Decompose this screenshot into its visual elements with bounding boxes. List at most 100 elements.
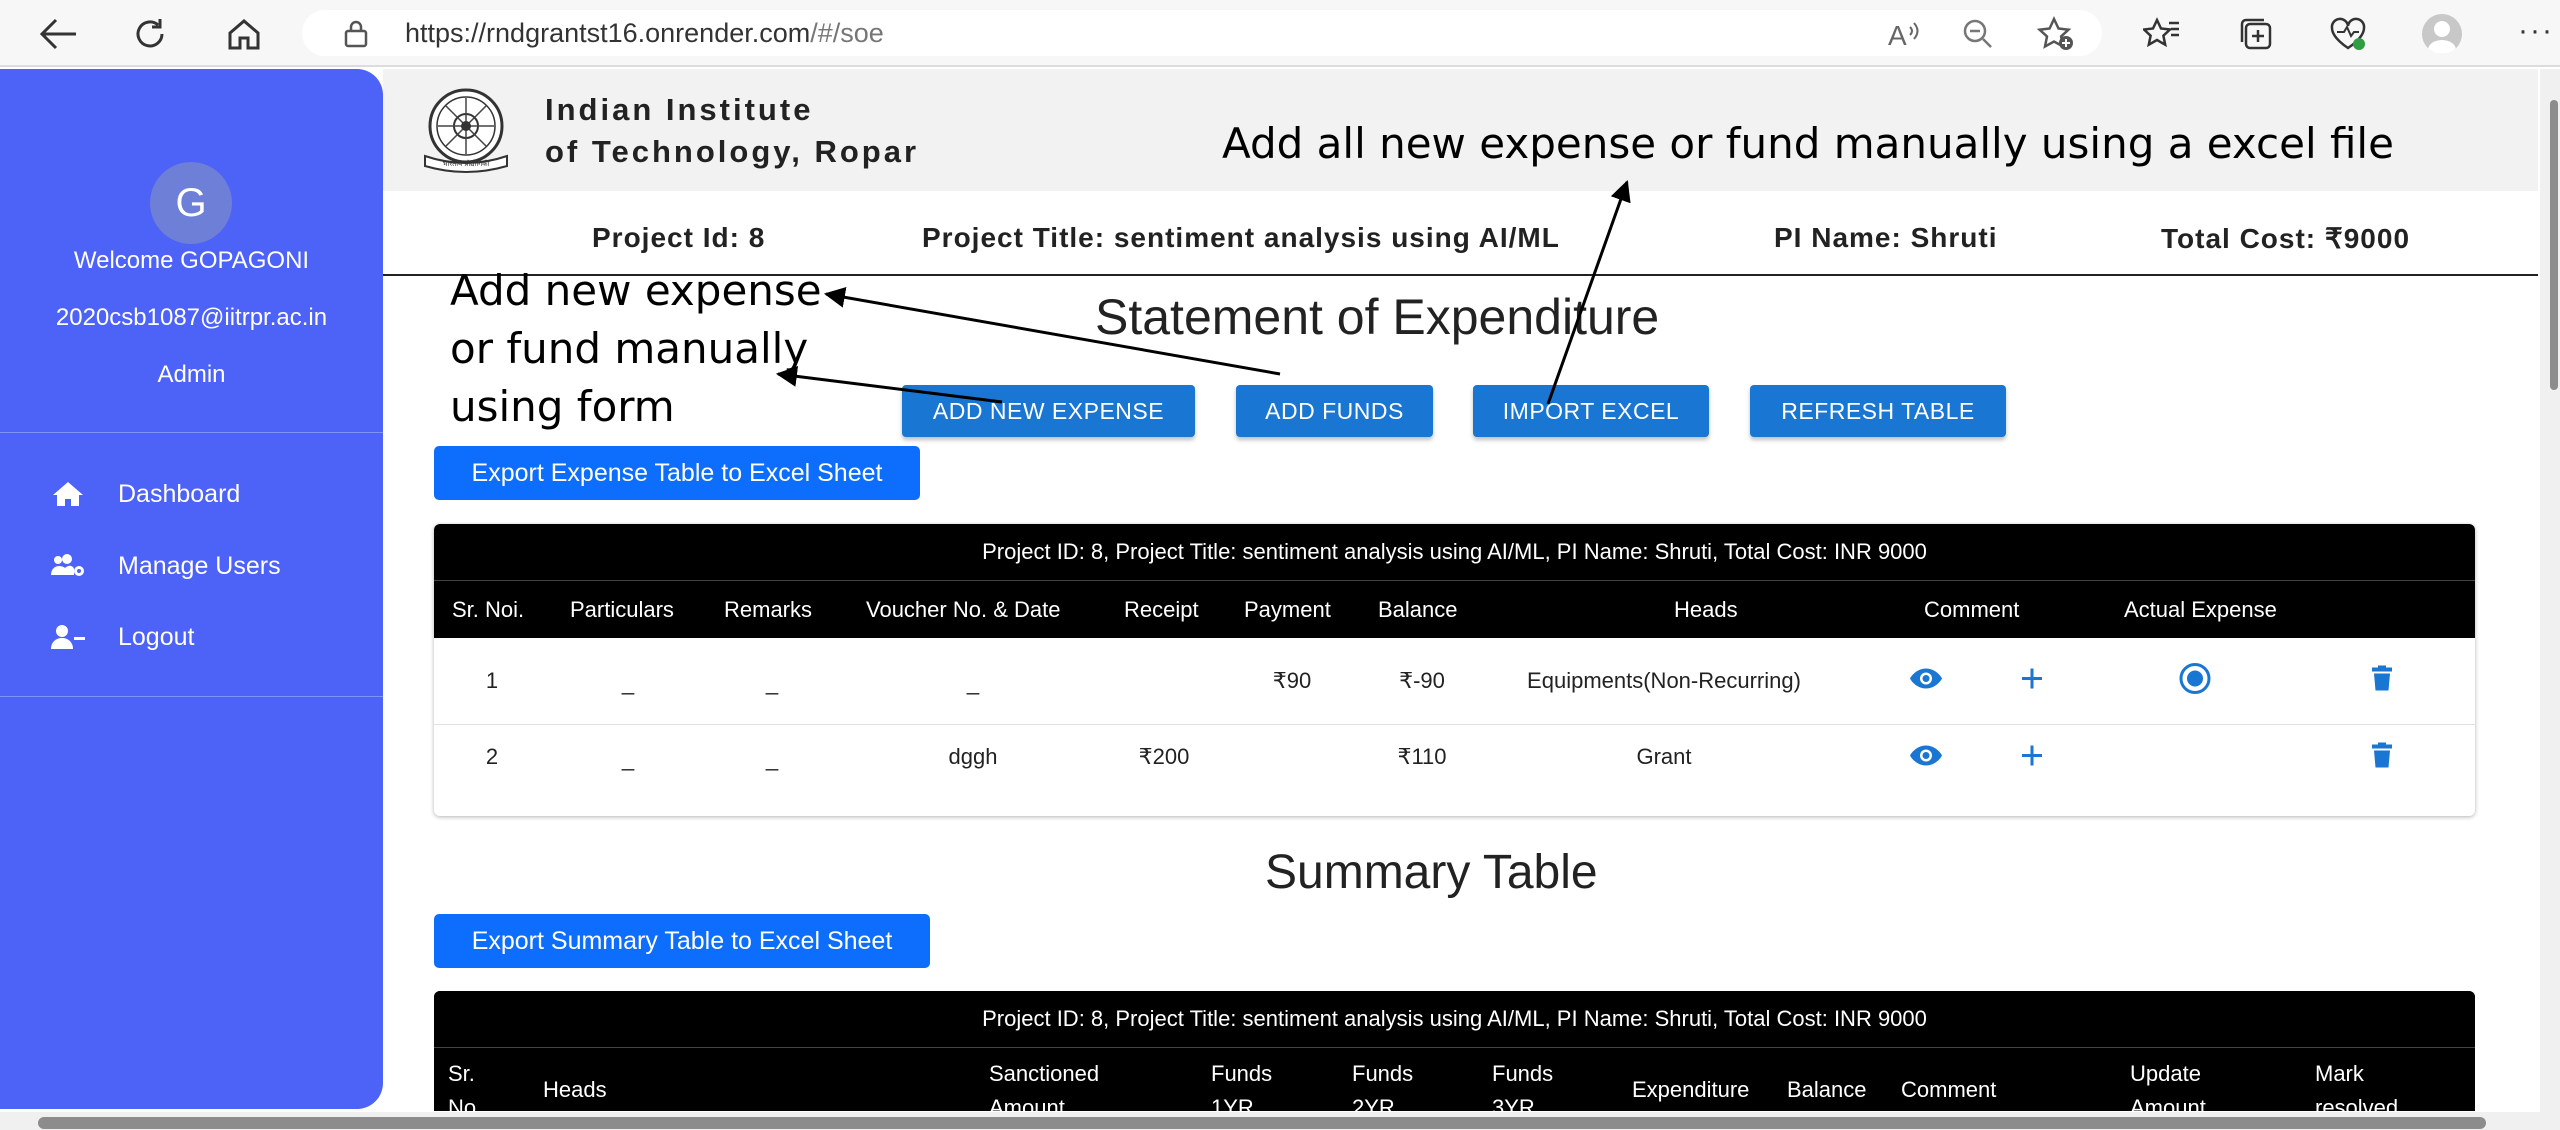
sum-col-update-l2: Amount [2130, 1095, 2206, 1111]
cell-heads: Grant [1636, 744, 1692, 769]
url-text[interactable]: https://rndgrantst16.onrender.com/#/soe [405, 18, 884, 49]
summary-header-divider [434, 1047, 2475, 1048]
svg-text:A: A [1888, 20, 1907, 49]
institute-logo: भारतीय प्रौद्योगिकी [415, 86, 517, 176]
project-title: Project Title: sentiment analysis using … [922, 222, 1560, 253]
cell-sr: 1 [485, 668, 499, 693]
users-cog-icon [48, 551, 88, 581]
total-cost: Total Cost: ₹9000 [2161, 223, 2411, 254]
add-favorite-icon[interactable] [2034, 12, 2078, 56]
sum-col-sanctioned-l1: Sanctioned [989, 1061, 1100, 1086]
sidebar-item-manage-users[interactable]: Manage Users [48, 546, 281, 586]
sum-col-sanctioned-l2: Amount [989, 1095, 1065, 1111]
home-browser-icon[interactable] [222, 12, 266, 56]
cell-particulars: _ [621, 670, 635, 695]
add-comment-icon[interactable] [2021, 745, 2043, 772]
col-payment: Payment [1244, 597, 1331, 622]
delete-icon[interactable] [2372, 665, 2392, 697]
sum-col-sr: Sr. No. [448, 1057, 482, 1111]
browser-toolbar: https://rndgrantst16.onrender.com/#/soe … [0, 0, 2560, 67]
sum-col-heads: Heads [543, 1077, 607, 1102]
summary-table: Project ID: 8, Project Title: sentiment … [434, 991, 2475, 1111]
logo-motto: भारतीय प्रौद्योगिकी [443, 159, 490, 168]
col-comment: Comment [1924, 597, 2020, 622]
sum-col-expenditure: Expenditure [1632, 1077, 1750, 1102]
cell-heads: Equipments(Non-Recurring) [1527, 668, 1801, 693]
annotation-form-line1: Add new expense [450, 266, 822, 315]
col-voucher: Voucher No. & Date [866, 597, 1061, 622]
annotation-form-line3: using form [450, 382, 675, 431]
back-icon[interactable] [36, 12, 80, 56]
favorites-icon[interactable] [2140, 12, 2184, 56]
summary-title: Summary Table [1265, 846, 1598, 899]
cell-voucher: _ [966, 670, 980, 695]
add-funds-button[interactable]: ADD FUNDS [1236, 385, 1433, 437]
cell-remarks: _ [765, 670, 779, 695]
sidebar-item-label: Manage Users [118, 551, 281, 580]
horizontal-scroll-thumb[interactable] [38, 1117, 2486, 1129]
institute-name-line2: of Technology, Ropar [545, 134, 920, 169]
sidebar-divider [0, 696, 383, 697]
cell-balance: ₹110 [1397, 744, 1447, 769]
sum-col-update: Update Amount [2130, 1057, 2206, 1111]
user-email: 2020csb1087@iitrpr.ac.in [55, 304, 328, 331]
avatar: G [150, 162, 232, 244]
home-icon [48, 479, 88, 509]
expense-table-header: Sr. Noi. Particulars Remarks Voucher No.… [434, 580, 2475, 638]
refresh-table-button[interactable]: REFRESH TABLE [1750, 385, 2006, 437]
view-comment-icon[interactable] [1909, 745, 1943, 772]
sidebar-item-label: Logout [118, 622, 195, 651]
user-role: Admin [157, 361, 226, 388]
sum-col-f3-l1: Funds [1492, 1061, 1554, 1086]
cell-remarks: _ [765, 746, 779, 771]
col-particulars: Particulars [570, 597, 674, 622]
read-aloud-icon[interactable]: A [1882, 12, 1926, 56]
sum-col-funds-1yr: Funds 1YR [1211, 1057, 1272, 1111]
sum-col-sanctioned: Sanctioned Amount [989, 1057, 1099, 1111]
profile-avatar[interactable] [2422, 14, 2462, 54]
add-comment-icon[interactable] [2021, 668, 2043, 695]
institute-name-line1: Indian Institute [545, 92, 814, 127]
vertical-scroll-thumb[interactable] [2550, 100, 2558, 390]
sidebar-divider [0, 432, 383, 433]
zoom-out-icon[interactable] [1956, 12, 2000, 56]
summary-table-caption: Project ID: 8, Project Title: sentiment … [434, 991, 2475, 1047]
more-options-icon[interactable]: ··· [2518, 14, 2554, 48]
add-new-expense-button[interactable]: ADD NEW EXPENSE [902, 385, 1195, 437]
refresh-icon[interactable] [128, 12, 172, 56]
col-balance: Balance [1378, 597, 1458, 622]
project-id: Project Id: 8 [592, 222, 766, 253]
delete-icon[interactable] [2372, 742, 2392, 774]
url-path: /#/soe [810, 18, 884, 48]
cell-receipt: ₹200 [1138, 744, 1190, 769]
sum-col-funds-2yr: Funds 2YR [1352, 1057, 1413, 1111]
import-excel-button[interactable]: IMPORT EXCEL [1473, 385, 1709, 437]
annotation-form-line2: or fund manually [450, 324, 809, 373]
col-actual-expense: Actual Expense [2124, 597, 2277, 622]
sum-col-sr-l2: No. [448, 1095, 483, 1111]
cell-particulars: _ [621, 746, 635, 771]
sum-col-funds-3yr: Funds 3YR [1492, 1057, 1553, 1111]
view-comment-icon[interactable] [1909, 668, 1943, 695]
export-summary-button[interactable]: Export Summary Table to Excel Sheet [434, 914, 930, 968]
browser-essentials-icon[interactable] [2326, 12, 2370, 56]
col-sr: Sr. Noi. [452, 597, 525, 622]
soe-title: Statement of Expenditure [1095, 289, 1660, 345]
collections-icon[interactable] [2234, 12, 2278, 56]
lock-icon[interactable] [334, 12, 378, 56]
sum-col-balance: Balance [1787, 1077, 1867, 1102]
actual-expense-radio-icon[interactable] [2178, 662, 2212, 701]
export-expense-button[interactable]: Export Expense Table to Excel Sheet [434, 446, 920, 500]
sidebar-item-logout[interactable]: Logout [48, 617, 194, 657]
sum-col-f2-l1: Funds [1352, 1061, 1414, 1086]
sum-col-update-l1: Update [2130, 1061, 2201, 1086]
sidebar-item-dashboard[interactable]: Dashboard [48, 474, 240, 514]
sum-col-mark-l2: resolved [2315, 1095, 2399, 1111]
row-divider [434, 724, 2475, 725]
sum-col-f1-l2: 1YR [1211, 1095, 1254, 1111]
col-remarks: Remarks [724, 597, 813, 622]
cell-payment: ₹90 [1272, 668, 1312, 693]
sum-col-mark: Mark resolved [2315, 1057, 2398, 1111]
sum-col-f3-l2: 3YR [1492, 1095, 1535, 1111]
sidebar: G Welcome GOPAGONI 2020csb1087@iitrpr.ac… [0, 69, 383, 1109]
